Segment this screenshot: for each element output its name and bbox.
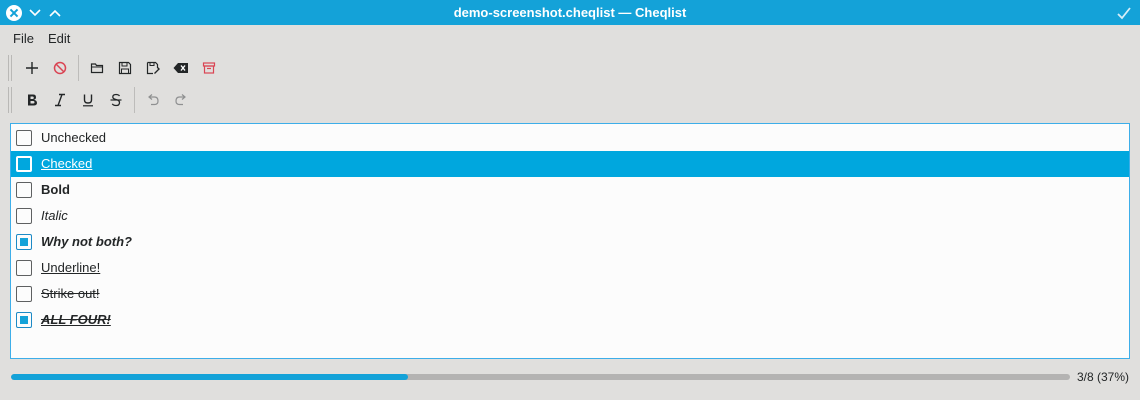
main-toolbar [0,53,223,83]
item-checkbox[interactable] [16,312,32,328]
item-checkbox[interactable] [16,182,32,198]
save-button[interactable] [111,54,139,82]
progress-fill [11,374,409,380]
item-label: Italic [41,208,68,223]
checklist-item[interactable]: Italic [11,203,1129,229]
menu-bar: File Edit [0,25,1140,52]
item-label: Checked [41,156,93,171]
progress-text: 3/8 (37%) [1076,370,1129,384]
undo-icon [148,94,159,106]
clear-icon [173,63,188,73]
underline-icon [83,94,93,107]
undo-button[interactable] [139,86,167,114]
menu-edit[interactable]: Edit [41,25,77,52]
item-label: Unchecked [41,130,107,145]
item-checkbox[interactable] [16,156,32,172]
item-checkbox[interactable] [16,260,32,276]
open-button[interactable] [83,54,111,82]
strikethrough-icon [110,93,122,107]
checkmark-icon[interactable] [1116,5,1132,21]
checklist-item[interactable]: Why not both? [11,229,1129,255]
cancel-button[interactable] [46,54,74,82]
italic-icon [55,93,65,107]
italic-button[interactable] [46,86,74,114]
save-as-button[interactable] [139,54,167,82]
toolbar-grip[interactable] [8,87,12,113]
cancel-icon [53,61,67,75]
checklist-item[interactable]: Strike out! [11,281,1129,307]
archive-button[interactable] [195,54,223,82]
checklist[interactable]: Unchecked Checked Bold Italic Why not bo… [10,123,1130,359]
menu-file[interactable]: File [6,25,41,52]
redo-button[interactable] [167,86,195,114]
format-toolbar [0,85,195,115]
toolbar-grip[interactable] [8,55,12,81]
checklist-item-selected[interactable]: Checked [11,151,1129,177]
item-checkbox[interactable] [16,286,32,302]
open-folder-icon [90,63,104,74]
item-label: ALL FOUR! [41,312,111,327]
toolbar-separator [134,87,135,113]
underline-button[interactable] [74,86,102,114]
checklist-item[interactable]: Underline! [11,255,1129,281]
add-icon [26,62,38,74]
item-label: Why not both? [41,234,132,249]
item-label: Strike out! [41,286,100,301]
add-item-button[interactable] [18,54,46,82]
item-checkbox[interactable] [16,234,32,250]
checklist-item[interactable]: ALL FOUR! [11,307,1129,333]
item-checkbox[interactable] [16,208,32,224]
progress-bar [11,374,1070,380]
checklist-item[interactable]: Unchecked [11,125,1129,151]
save-as-icon [146,61,160,75]
bold-button[interactable] [18,86,46,114]
title-bar: demo-screenshot.cheqlist — Cheqlist [0,0,1140,25]
item-checkbox[interactable] [16,130,32,146]
strikethrough-button[interactable] [102,86,130,114]
clear-button[interactable] [167,54,195,82]
bold-icon [28,94,37,106]
item-label: Bold [41,182,70,197]
redo-icon [175,94,186,106]
archive-icon [202,62,216,74]
item-label: Underline! [41,260,101,275]
toolbar-separator [78,55,79,81]
save-icon [118,61,132,75]
window-title: demo-screenshot.cheqlist — Cheqlist [453,5,687,20]
checklist-item[interactable]: Bold [11,177,1129,203]
